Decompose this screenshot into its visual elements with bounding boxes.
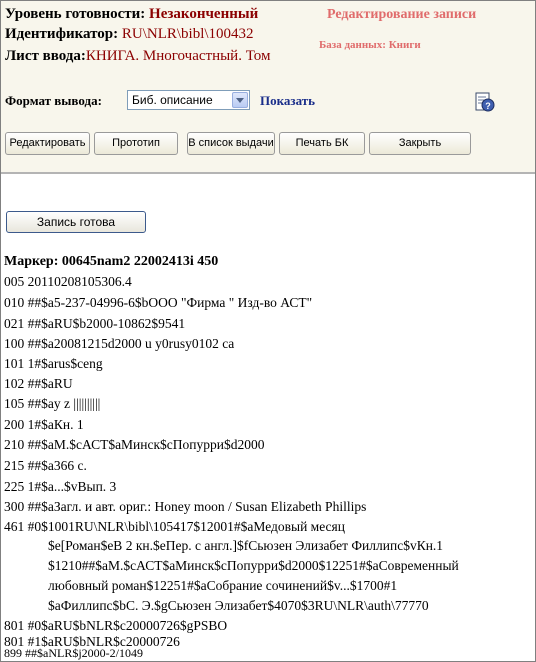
database-line: База данных: Книги (319, 39, 421, 51)
record-field: 461 #0$1001RU\NLR\bibl\105417$12001#$aМе… (4, 519, 345, 534)
record-field-continuation: $1210##$aМ.$cАСТ$aМинск$cПопурри$d2000$1… (48, 558, 459, 573)
record-field-continuation: $e[Роман$eВ 2 кн.$eПер. с англ.]$fСьюзен… (48, 538, 444, 553)
output-format-select[interactable]: Биб. описание (127, 90, 250, 110)
record-field: 215 ##$a366 с. (4, 458, 87, 473)
record-field: 100 ##$a20081215d2000 u y0rusy0102 ca (4, 336, 235, 351)
output-format-selected: Биб. описание (132, 93, 213, 107)
record-marker: Маркер: 00645nam2 22002413i 450 (4, 254, 219, 269)
record-field: 899 ##$aNLR$j2000-2/1049 (4, 646, 143, 660)
record-field: 005 20110208105306.4 (4, 274, 132, 289)
status-line: Уровень готовности: Незаконченный (5, 6, 258, 23)
record-field: 021 ##$aRU$b2000-10862$9541 (4, 316, 186, 331)
prototype-button[interactable]: Прототип (94, 132, 178, 155)
input-sheet-label: Лист ввода: (5, 48, 86, 64)
help-icon[interactable]: ? (473, 91, 495, 113)
record-field-continuation: любовный роман$12251#$aСобрание сочинени… (48, 578, 398, 593)
record-field: 010 ##$a5-237-04996-6$bООО "Фирма " Изд-… (4, 295, 313, 310)
status-value: Незаконченный (149, 6, 259, 22)
record-ready-button[interactable]: Запись готова (6, 211, 146, 233)
identifier-value: RU\NLR\bibl\100432 (121, 26, 254, 42)
print-card-button[interactable]: Печать БК (279, 132, 365, 155)
close-button[interactable]: Закрыть (369, 132, 471, 155)
record-header-panel: Уровень готовности: Незаконченный Иденти… (1, 1, 535, 174)
edit-button[interactable]: Редактировать (5, 132, 90, 155)
output-format-label: Формат вывода: (5, 93, 102, 108)
record-field: 300 ##$aЗагл. и авт. ориг.: Honey moon /… (4, 499, 367, 514)
show-link[interactable]: Показать (260, 93, 315, 109)
identifier-label: Идентификатор: (5, 26, 119, 42)
input-sheet-value: КНИГА. Многочастный. Том (85, 48, 271, 64)
database-label: База данных: (319, 39, 386, 51)
record-field: 801 #0$aRU$bNLR$c20000726$gPSBO (4, 618, 228, 633)
record-field: 200 1#$aКн. 1 (4, 417, 84, 432)
record-field: 210 ##$aМ.$cАСТ$aМинск$cПопурри$d2000 (4, 437, 265, 452)
chevron-down-icon[interactable] (232, 92, 248, 108)
record-field: 105 ##$ay z |||||||||| (4, 396, 101, 411)
record-field-continuation: $aФиллипс$bС. Э.$gСьюзен Элизабет$4070$3… (48, 598, 429, 613)
record-field: 102 ##$aRU (4, 376, 73, 391)
database-value: Книги (388, 39, 421, 51)
input-sheet-line: Лист ввода:КНИГА. Многочастный. Том (5, 48, 270, 65)
record-field: 101 1#$arus$ceng (4, 356, 103, 371)
identifier-line: Идентификатор: RU\NLR\bibl\100432 (5, 26, 254, 43)
edit-record-title: Редактирование записи (327, 7, 477, 22)
record-field: 225 1#$a...$vВып. 3 (4, 479, 117, 494)
add-to-list-button[interactable]: В список выдачи (187, 132, 275, 155)
status-label: Уровень готовности: (5, 6, 146, 22)
svg-text:?: ? (485, 101, 491, 111)
